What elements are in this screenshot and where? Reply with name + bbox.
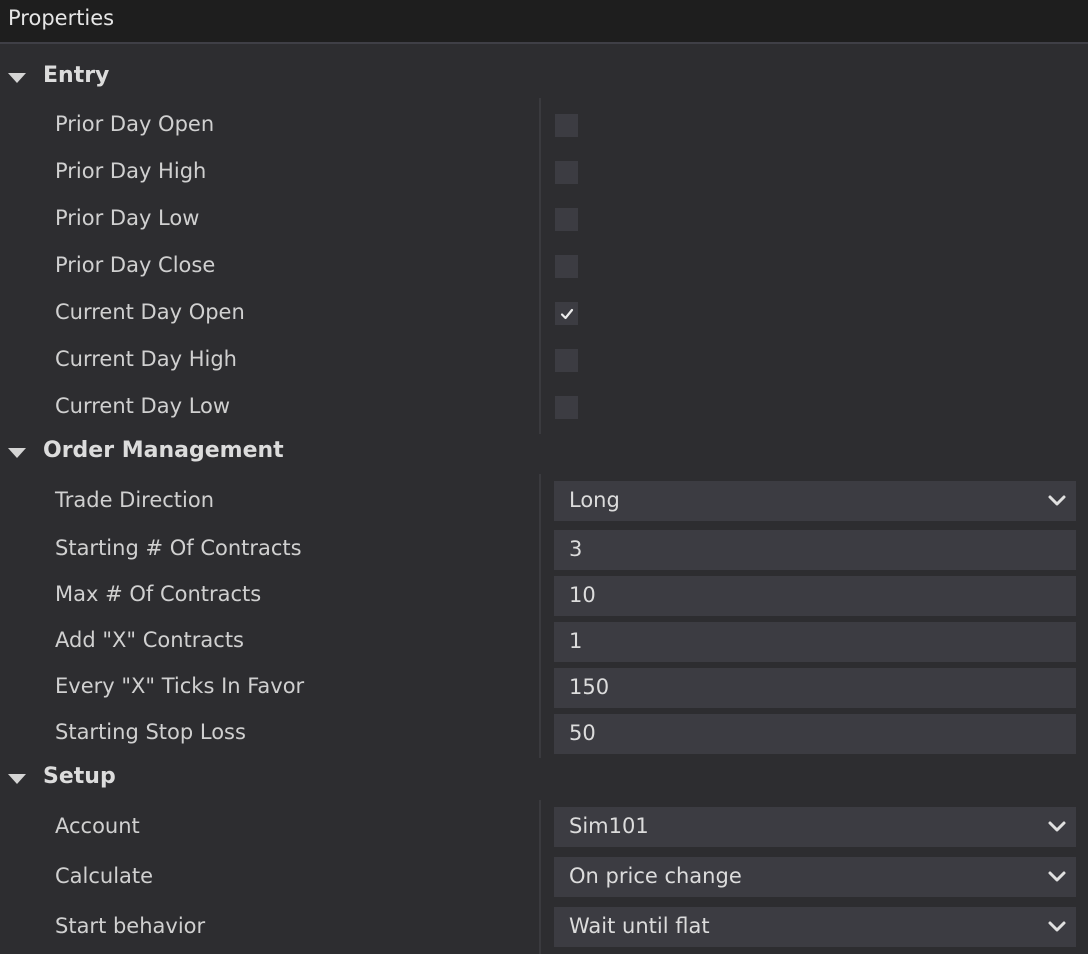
start-behavior-dropdown[interactable]: Wait until flat — [554, 907, 1076, 947]
property-label: Every "X" Ticks In Favor — [55, 674, 305, 698]
property-row-prior-day-close: Prior Day Close — [0, 243, 1088, 290]
checkbox-prior-day-low[interactable] — [555, 208, 578, 231]
chevron-down-icon[interactable] — [1047, 493, 1067, 509]
property-row-starting-contracts: Starting # Of Contracts 3 — [0, 528, 1088, 574]
checkbox-current-day-high[interactable] — [555, 349, 578, 372]
input-value: 1 — [569, 629, 583, 653]
property-row-trade-direction: Trade Direction Long — [0, 480, 1088, 526]
triangle-down-icon[interactable] — [8, 448, 26, 458]
checkmark-icon — [560, 308, 573, 319]
chevron-down-icon[interactable] — [1047, 919, 1067, 935]
calculate-dropdown[interactable]: On price change — [554, 857, 1076, 897]
title-bar: Properties — [0, 0, 1088, 44]
section-setup[interactable]: Setup — [0, 758, 1088, 802]
property-label: Prior Day Close — [55, 253, 216, 277]
property-row-add-x-contracts: Add "X" Contracts 1 — [0, 620, 1088, 666]
chevron-down-icon[interactable] — [1047, 819, 1067, 835]
checkbox-current-day-low[interactable] — [555, 396, 578, 419]
section-label: Setup — [43, 764, 116, 789]
property-label: Prior Day Open — [55, 112, 215, 136]
property-label: Prior Day High — [55, 159, 207, 183]
input-value: 50 — [569, 721, 596, 745]
triangle-down-icon[interactable] — [8, 73, 26, 83]
property-row-max-contracts: Max # Of Contracts 10 — [0, 574, 1088, 620]
section-label: Entry — [43, 63, 110, 88]
add-x-contracts-input[interactable]: 1 — [554, 622, 1076, 662]
property-row-every-x-ticks: Every "X" Ticks In Favor 150 — [0, 666, 1088, 712]
section-entry[interactable]: Entry — [0, 57, 1088, 101]
property-row-prior-day-open: Prior Day Open — [0, 102, 1088, 149]
chevron-down-icon[interactable] — [1047, 869, 1067, 885]
checkbox-prior-day-open[interactable] — [555, 114, 578, 137]
every-x-ticks-input[interactable]: 150 — [554, 668, 1076, 708]
starting-stop-loss-input[interactable]: 50 — [554, 714, 1076, 754]
property-label: Account — [55, 814, 140, 838]
property-row-current-day-open: Current Day Open — [0, 290, 1088, 337]
starting-contracts-input[interactable]: 3 — [554, 530, 1076, 570]
dropdown-value: Wait until flat — [569, 914, 710, 938]
section-label: Order Management — [43, 438, 284, 463]
input-value: 10 — [569, 583, 596, 607]
trade-direction-dropdown[interactable]: Long — [554, 481, 1076, 521]
max-contracts-input[interactable]: 10 — [554, 576, 1076, 616]
dropdown-value: Long — [569, 488, 620, 512]
dropdown-value: On price change — [569, 864, 742, 888]
section-order-management[interactable]: Order Management — [0, 432, 1088, 476]
property-row-prior-day-low: Prior Day Low — [0, 196, 1088, 243]
property-label: Prior Day Low — [55, 206, 200, 230]
property-label: Trade Direction — [55, 488, 215, 512]
account-dropdown[interactable]: Sim101 — [554, 807, 1076, 847]
property-row-current-day-low: Current Day Low — [0, 384, 1088, 431]
property-row-account: Account Sim101 — [0, 804, 1088, 854]
checkbox-prior-day-close[interactable] — [555, 255, 578, 278]
input-value: 150 — [569, 675, 610, 699]
property-row-current-day-high: Current Day High — [0, 337, 1088, 384]
dropdown-value: Sim101 — [569, 814, 649, 838]
property-label: Add "X" Contracts — [55, 628, 244, 652]
property-label: Starting Stop Loss — [55, 720, 246, 744]
property-label: Starting # Of Contracts — [55, 536, 302, 560]
window-title: Properties — [8, 6, 115, 30]
property-label: Current Day Open — [55, 300, 245, 324]
property-label: Current Day High — [55, 347, 237, 371]
checkbox-current-day-open[interactable] — [555, 302, 578, 325]
property-label: Start behavior — [55, 914, 206, 938]
checkbox-prior-day-high[interactable] — [555, 161, 578, 184]
property-row-start-behavior: Start behavior Wait until flat — [0, 904, 1088, 954]
property-label: Calculate — [55, 864, 154, 888]
triangle-down-icon[interactable] — [8, 774, 26, 784]
property-label: Current Day Low — [55, 394, 231, 418]
property-row-calculate: Calculate On price change — [0, 854, 1088, 904]
property-row-prior-day-high: Prior Day High — [0, 149, 1088, 196]
input-value: 3 — [569, 537, 583, 561]
property-label: Max # Of Contracts — [55, 582, 262, 606]
property-row-starting-stop-loss: Starting Stop Loss 50 — [0, 712, 1088, 758]
